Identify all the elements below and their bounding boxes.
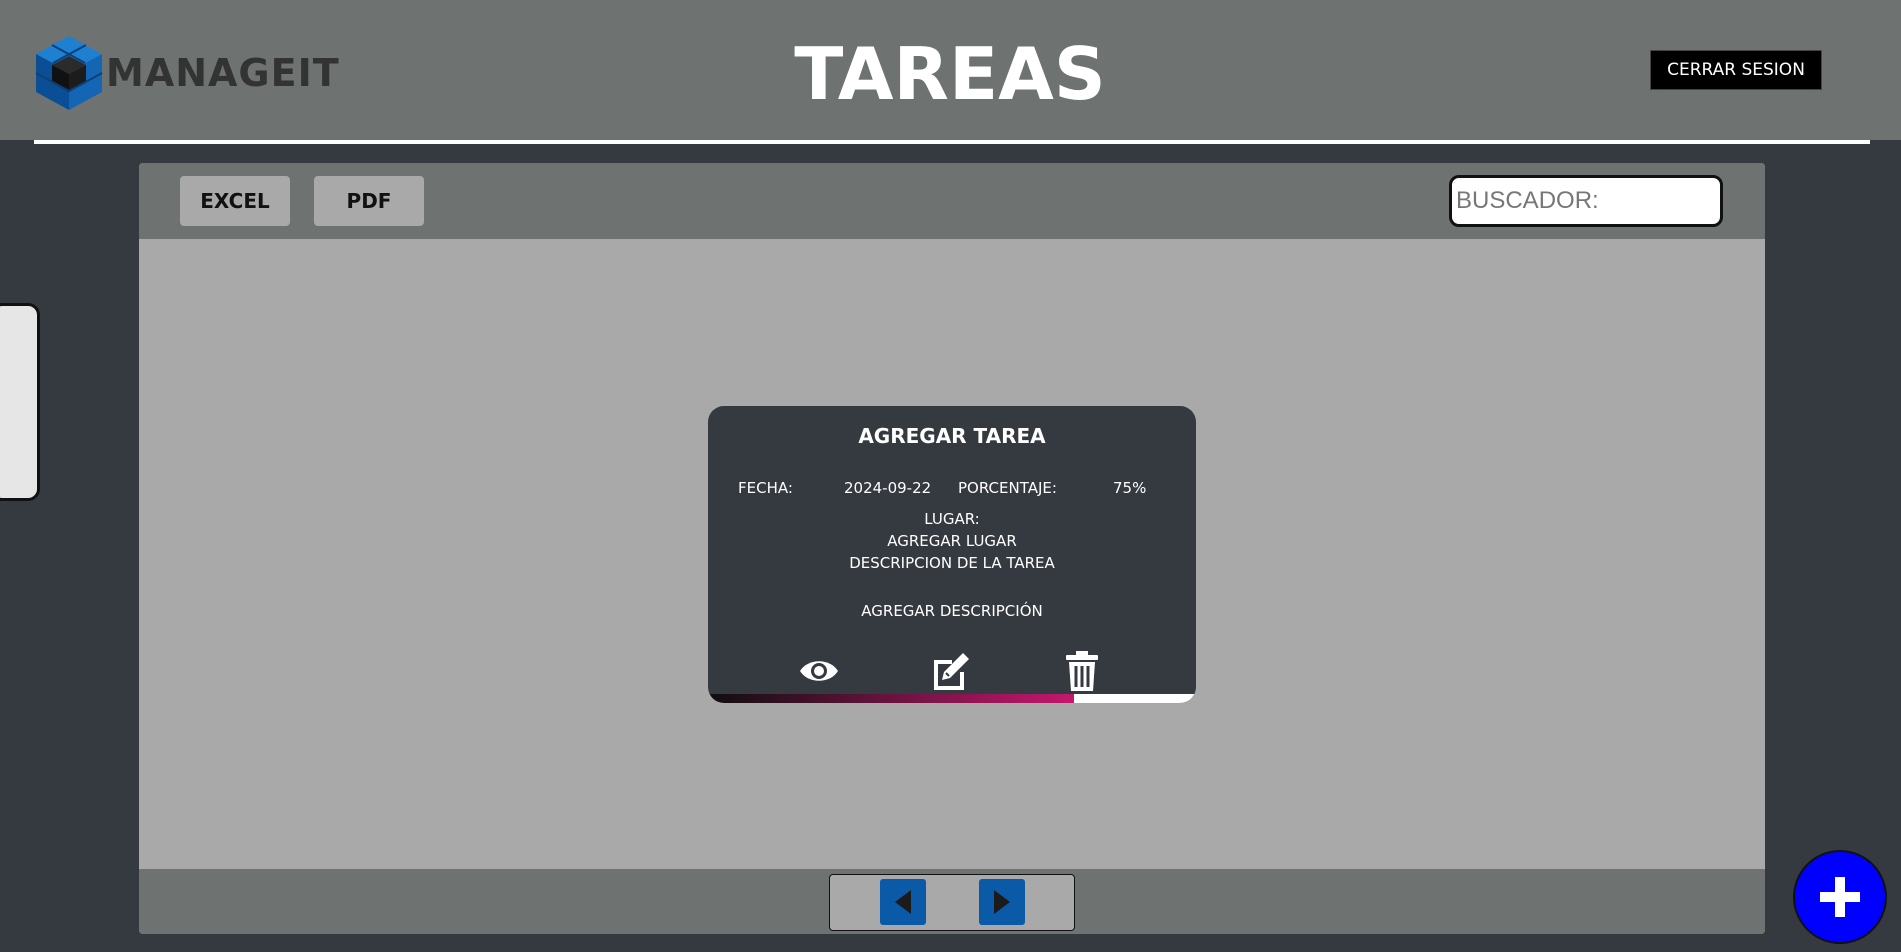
search-input[interactable]	[1449, 175, 1723, 227]
page-title: TAREAS	[794, 32, 1106, 116]
tasks-panel: EXCEL PDF AGREGAR TAREA FECHA: 2024-09-2…	[139, 163, 1765, 934]
date-label: FECHA:	[738, 479, 793, 497]
next-page-button[interactable]	[979, 879, 1025, 925]
next-arrow-icon	[994, 890, 1010, 914]
place-value: AGREGAR LUGAR	[887, 532, 1017, 550]
excel-export-button[interactable]: EXCEL	[180, 176, 290, 226]
task-card: AGREGAR TAREA FECHA: 2024-09-22 PORCENTA…	[708, 406, 1196, 703]
prev-page-button[interactable]	[880, 879, 926, 925]
panel-toolbar: EXCEL PDF	[139, 163, 1765, 239]
pagination-controls	[829, 874, 1075, 931]
place-label: LUGAR:	[924, 510, 980, 528]
header-divider	[34, 140, 1870, 144]
logo: MANAGEIT	[34, 34, 340, 112]
task-card-title: AGREGAR TAREA	[858, 424, 1046, 448]
prev-arrow-icon	[895, 890, 911, 914]
eye-icon[interactable]	[798, 650, 840, 692]
sidebar-toggle-tab[interactable]	[0, 303, 40, 501]
description-value: AGREGAR DESCRIPCIÓN	[861, 602, 1043, 620]
progress-fill	[708, 694, 1074, 703]
trash-icon[interactable]	[1061, 650, 1103, 692]
app-header: MANAGEIT TAREAS CERRAR SESION	[0, 0, 1901, 140]
plus-icon	[1820, 877, 1860, 917]
percent-label: PORCENTAJE:	[958, 479, 1057, 497]
date-value: 2024-09-22	[844, 479, 932, 497]
logout-button[interactable]: CERRAR SESION	[1650, 50, 1822, 90]
edit-icon[interactable]	[930, 650, 972, 692]
pagination-bar	[139, 869, 1765, 934]
logo-cube-icon	[35, 36, 103, 110]
percent-value: 75%	[1113, 479, 1147, 497]
logo-text: MANAGEIT	[106, 51, 340, 95]
progress-bar	[708, 694, 1196, 703]
add-task-button[interactable]	[1793, 850, 1887, 944]
description-label: DESCRIPCION DE LA TAREA	[849, 554, 1055, 572]
pdf-export-button[interactable]: PDF	[314, 176, 424, 226]
